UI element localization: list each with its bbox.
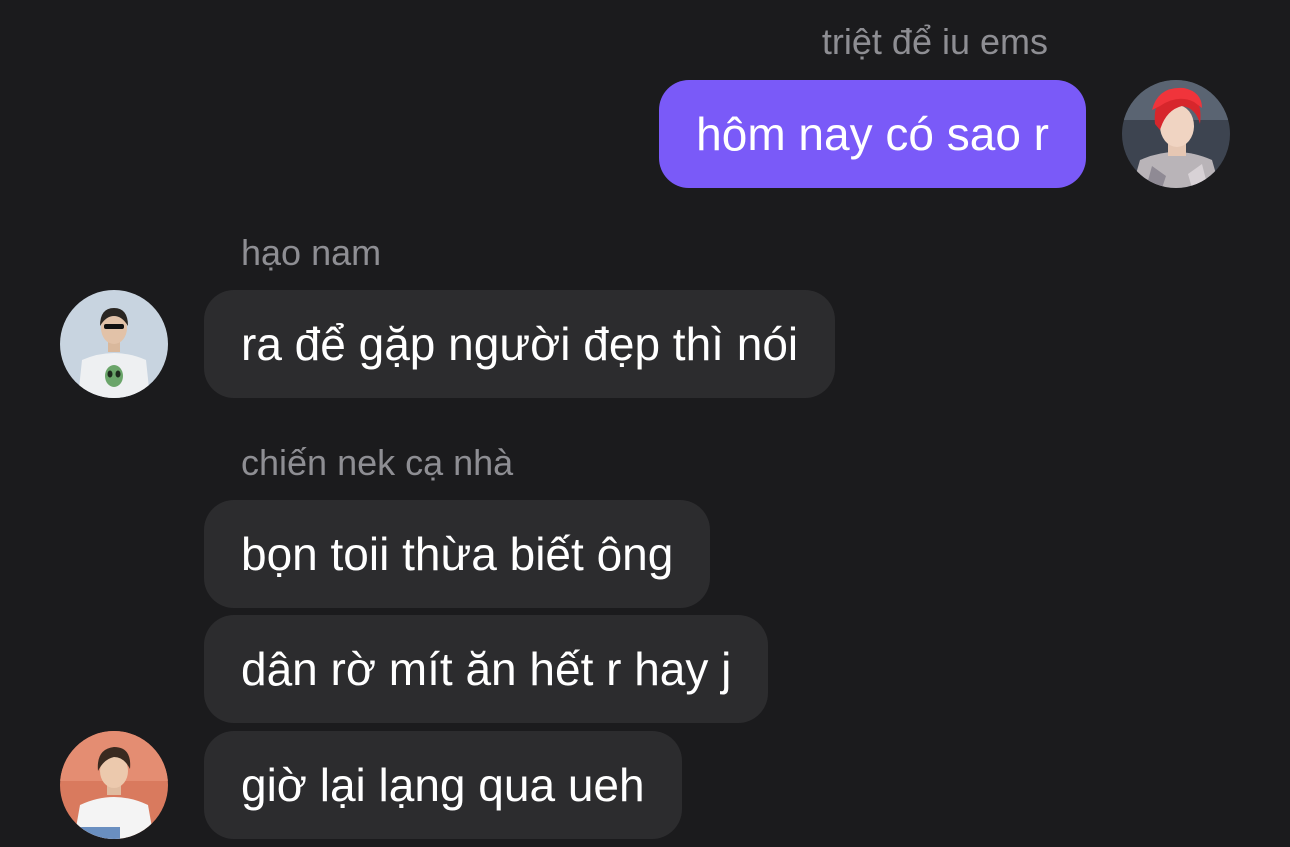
incoming-message-bubble[interactable]: dân rờ mít ăn hết r hay j <box>204 615 769 723</box>
chat-thread: triệt để iu ems hôm nay có sao r hạo nam <box>0 0 1290 847</box>
white-tshirt-person-avatar-image <box>60 290 168 398</box>
incoming-message-bubble[interactable]: ra để gặp người đẹp thì nói <box>204 290 836 398</box>
red-hair-person-avatar-image <box>1122 80 1230 188</box>
person-on-orange-background-avatar-image <box>60 731 168 839</box>
person-on-orange-background-avatar[interactable] <box>60 731 168 839</box>
sender-name: chiến nek cạ nhà <box>241 442 514 483</box>
sender-name: hạo nam <box>241 232 382 273</box>
white-tshirt-person-avatar[interactable] <box>60 290 168 398</box>
red-hair-person-avatar[interactable] <box>1122 80 1230 188</box>
sender-name: triệt để iu ems <box>821 21 1048 62</box>
incoming-message-bubble[interactable]: bọn toii thừa biết ông <box>204 500 711 608</box>
incoming-message-bubble[interactable]: giờ lại lạng qua ueh <box>204 731 682 839</box>
outgoing-message-bubble[interactable]: hôm nay có sao r <box>659 80 1086 188</box>
